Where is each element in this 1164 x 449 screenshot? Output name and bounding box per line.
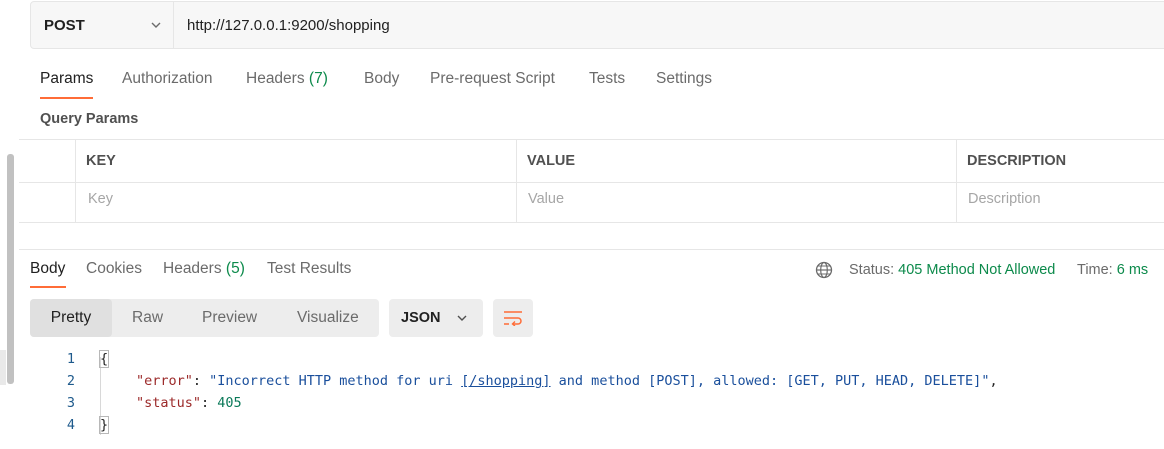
- tab-cookies[interactable]: Cookies: [86, 260, 142, 278]
- tab-body[interactable]: Body: [364, 70, 399, 88]
- tab-pre-request-script[interactable]: Pre-request Script: [430, 70, 555, 88]
- view-pretty-button[interactable]: Pretty: [30, 299, 112, 337]
- value-input[interactable]: Value: [528, 191, 564, 207]
- key-input[interactable]: Key: [88, 191, 113, 207]
- line-number: 4: [66, 417, 75, 433]
- time-label: Time:: [1077, 262, 1113, 278]
- column-divider: [956, 140, 957, 222]
- json-key-error: "error": [136, 373, 193, 389]
- request-bar: POST http://127.0.0.1:9200/shopping: [30, 1, 1164, 49]
- description-input[interactable]: Description: [968, 191, 1041, 207]
- column-divider: [516, 140, 517, 222]
- tab-params[interactable]: Params: [40, 70, 93, 88]
- tab-test-results[interactable]: Test Results: [267, 260, 351, 278]
- chevron-down-icon: [457, 315, 467, 321]
- url-input[interactable]: http://127.0.0.1:9200/shopping: [187, 2, 390, 48]
- view-raw-button[interactable]: Raw: [132, 299, 163, 337]
- table-divider: [19, 182, 1164, 183]
- view-visualize-button[interactable]: Visualize: [297, 299, 359, 337]
- globe-icon[interactable]: [815, 261, 833, 279]
- tab-settings[interactable]: Settings: [656, 70, 712, 88]
- chevron-down-icon: [151, 22, 161, 28]
- status-value: 405 Method Not Allowed: [898, 262, 1056, 278]
- uri-link[interactable]: [/shopping]: [461, 373, 550, 389]
- tab-response-body[interactable]: Body: [30, 260, 65, 278]
- scrollbar-thumb[interactable]: [7, 154, 14, 384]
- left-panel-handle[interactable]: [0, 350, 6, 385]
- open-brace: {: [98, 350, 110, 368]
- wrap-lines-icon: [504, 311, 522, 326]
- format-label: JSON: [401, 310, 441, 326]
- json-value-status: 405: [217, 395, 242, 411]
- tab-tests[interactable]: Tests: [589, 70, 625, 88]
- format-select[interactable]: JSON: [389, 299, 483, 337]
- active-tab-indicator: [30, 286, 66, 288]
- view-mode-selector: Pretty Raw Preview Visualize: [30, 299, 379, 337]
- line-number: 1: [66, 351, 75, 367]
- headers-count: (7): [308, 70, 328, 87]
- json-key-status: "status": [136, 395, 202, 411]
- response-divider[interactable]: [19, 249, 1164, 250]
- view-preview-button[interactable]: Preview: [202, 299, 257, 337]
- tab-headers[interactable]: Headers (7): [246, 70, 328, 88]
- column-header-value: VALUE: [527, 153, 576, 169]
- response-status[interactable]: Status: 405 Method Not Allowed: [849, 262, 1055, 278]
- query-params-title: Query Params: [40, 111, 139, 127]
- query-params-table: KEY VALUE DESCRIPTION Key Value Descript…: [19, 139, 1164, 223]
- method-select[interactable]: POST: [31, 2, 174, 48]
- time-value: 6 ms: [1116, 262, 1149, 278]
- line-number: 2: [66, 373, 75, 389]
- response-headers-count: (5): [225, 260, 245, 277]
- column-divider: [75, 140, 76, 222]
- column-header-description: DESCRIPTION: [967, 153, 1067, 169]
- status-label: Status:: [849, 262, 895, 278]
- column-header-key: KEY: [86, 153, 116, 169]
- wrap-lines-button[interactable]: [493, 299, 533, 337]
- json-value-error: "Incorrect HTTP method for uri [/shoppin…: [209, 373, 990, 389]
- tab-authorization[interactable]: Authorization: [122, 70, 212, 88]
- close-brace: }: [98, 416, 110, 434]
- response-time[interactable]: Time: 6 ms: [1077, 262, 1148, 278]
- tab-response-headers[interactable]: Headers (5): [163, 260, 245, 278]
- active-tab-indicator: [40, 97, 93, 99]
- line-number: 3: [66, 395, 75, 411]
- method-label: POST: [44, 16, 85, 34]
